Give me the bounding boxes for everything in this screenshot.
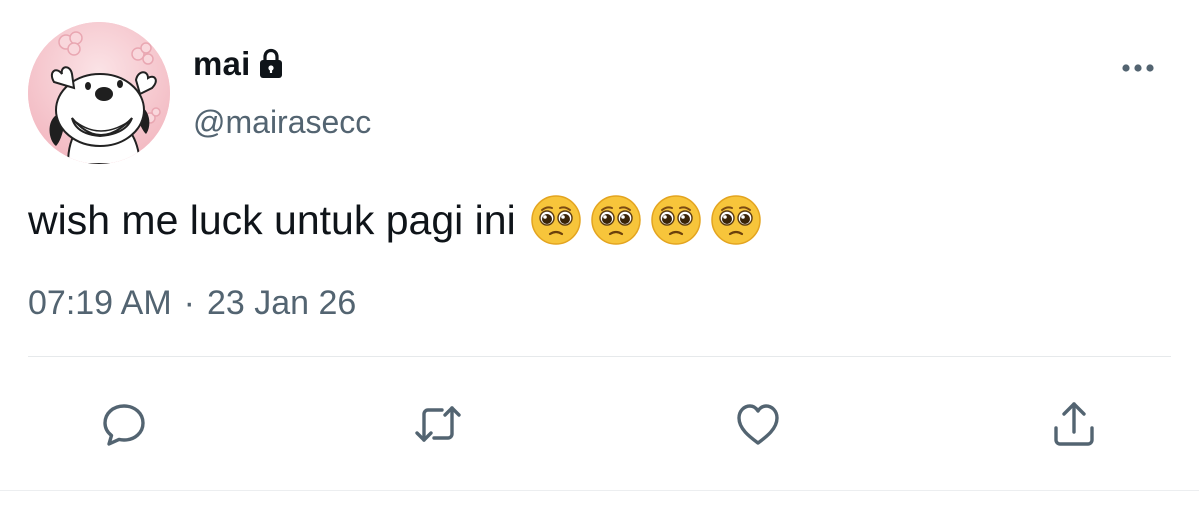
heart-icon bbox=[737, 404, 779, 445]
tweet-date: 23 Jan 26 bbox=[206, 284, 357, 322]
lock-icon bbox=[256, 47, 286, 81]
meta-separator: · bbox=[183, 284, 195, 322]
cartoon-dog-avatar-icon bbox=[28, 22, 170, 164]
action-bar bbox=[0, 396, 1199, 456]
reply-icon bbox=[103, 404, 145, 446]
share-icon bbox=[1054, 402, 1094, 446]
reply-button[interactable] bbox=[96, 396, 152, 452]
emoji-group bbox=[530, 194, 762, 246]
tweet-time: 07:19 AM bbox=[28, 284, 172, 322]
share-button[interactable] bbox=[1046, 396, 1102, 452]
more-icon bbox=[1122, 64, 1154, 72]
retweet-icon bbox=[415, 406, 461, 442]
pleading-face-icon bbox=[710, 194, 762, 246]
tweet-card: mai @mairasecc wish me luck untuk pagi i… bbox=[0, 0, 1199, 508]
avatar[interactable] bbox=[28, 22, 170, 164]
pleading-face-icon bbox=[650, 194, 702, 246]
author-name-row: mai bbox=[193, 42, 286, 86]
retweet-button[interactable] bbox=[410, 396, 466, 452]
tweet-text: wish me luck untuk pagi ini bbox=[28, 190, 762, 250]
like-button[interactable] bbox=[730, 396, 786, 452]
user-handle[interactable]: @mairasecc bbox=[193, 104, 371, 141]
more-button[interactable] bbox=[1112, 50, 1164, 86]
divider bbox=[28, 356, 1171, 357]
display-name[interactable]: mai bbox=[193, 45, 250, 83]
pleading-face-icon bbox=[590, 194, 642, 246]
pleading-face-icon bbox=[530, 194, 582, 246]
tweet-timestamp[interactable]: 07:19 AM · 23 Jan 26 bbox=[28, 284, 356, 323]
tweet-body: wish me luck untuk pagi ini bbox=[28, 196, 516, 243]
bottom-divider bbox=[0, 490, 1199, 491]
